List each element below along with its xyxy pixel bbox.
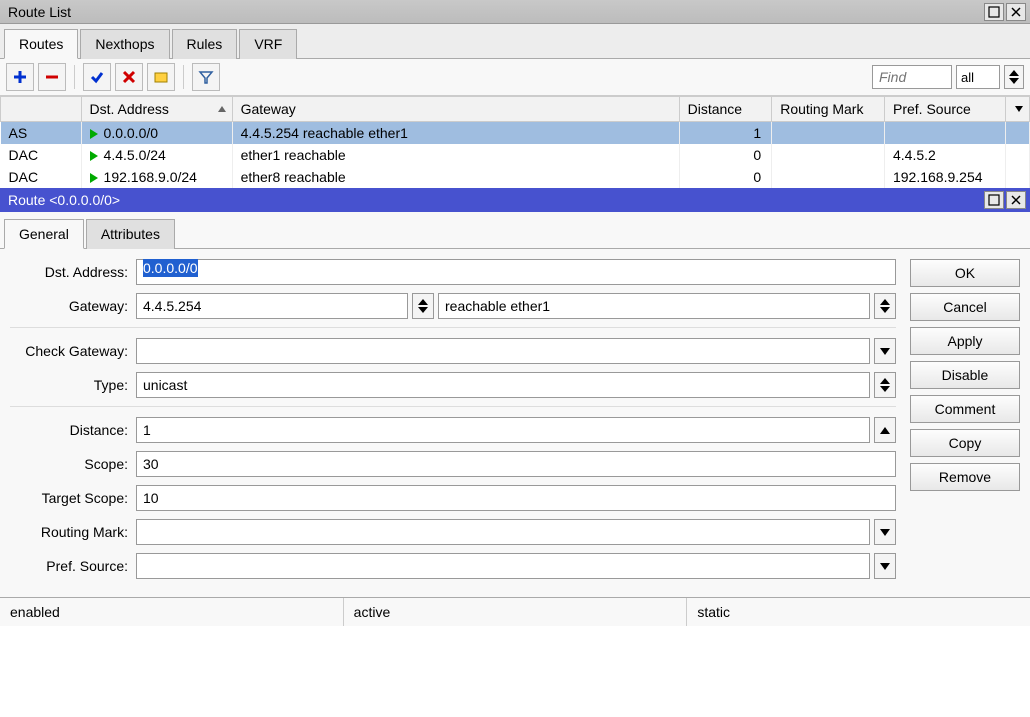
- scope-input[interactable]: [136, 451, 896, 477]
- enable-button[interactable]: [83, 63, 111, 91]
- check-gateway-dropdown[interactable]: [874, 338, 896, 364]
- detail-minimize-button[interactable]: [984, 191, 1004, 209]
- row-routing-mark: [772, 166, 885, 188]
- filter-value: all: [961, 70, 974, 85]
- find-input[interactable]: [872, 65, 952, 89]
- pref-source-input[interactable]: [136, 553, 870, 579]
- disable-button[interactable]: [115, 63, 143, 91]
- active-icon: [90, 129, 98, 139]
- row-flags: DAC: [1, 144, 82, 166]
- ok-button[interactable]: OK: [910, 259, 1020, 287]
- type-label: Type:: [10, 377, 136, 393]
- tab-general[interactable]: General: [4, 219, 84, 249]
- copy-button[interactable]: Copy: [910, 429, 1020, 457]
- routelist-titlebar: Route List: [0, 0, 1030, 24]
- filter-select[interactable]: all: [956, 65, 1000, 89]
- status-bar: enabled active static: [0, 597, 1030, 626]
- scope-label: Scope:: [10, 456, 136, 472]
- row-distance: 1: [679, 122, 772, 145]
- comment-button[interactable]: [147, 63, 175, 91]
- row-distance: 0: [679, 166, 772, 188]
- type-input[interactable]: [136, 372, 870, 398]
- comment-action-button[interactable]: Comment: [910, 395, 1020, 423]
- row-gateway: 4.4.5.254 reachable ether1: [232, 122, 679, 145]
- check-gateway-input[interactable]: [136, 338, 870, 364]
- row-gateway: ether1 reachable: [232, 144, 679, 166]
- detail-tabbar: General Attributes: [0, 212, 1030, 249]
- table-row[interactable]: DAC 192.168.9.0/24 ether8 reachable 0 19…: [1, 166, 1030, 188]
- col-gateway[interactable]: Gateway: [232, 97, 679, 122]
- type-dropdown[interactable]: [874, 372, 896, 398]
- col-dst-address[interactable]: Dst. Address: [81, 97, 232, 122]
- row-dst: 4.4.5.0/24: [104, 147, 166, 163]
- row-flags: AS: [1, 122, 82, 145]
- tab-attributes[interactable]: Attributes: [86, 219, 175, 249]
- tab-nexthops[interactable]: Nexthops: [80, 29, 169, 59]
- minimize-button[interactable]: [984, 3, 1004, 21]
- routing-mark-dropdown[interactable]: [874, 519, 896, 545]
- row-routing-mark: [772, 144, 885, 166]
- table-row[interactable]: AS 0.0.0.0/0 4.4.5.254 reachable ether1 …: [1, 122, 1030, 145]
- gateway-add[interactable]: [874, 293, 896, 319]
- route-table: Dst. Address Gateway Distance Routing Ma…: [0, 96, 1030, 188]
- pref-source-dropdown[interactable]: [874, 553, 896, 579]
- row-dst: 192.168.9.0/24: [104, 169, 197, 185]
- pref-source-label: Pref. Source:: [10, 558, 136, 574]
- disable-action-button[interactable]: Disable: [910, 361, 1020, 389]
- detail-actions: OK Cancel Apply Disable Comment Copy Rem…: [910, 259, 1020, 587]
- routelist-tabbar: Routes Nexthops Rules VRF: [0, 24, 1030, 59]
- col-pref-source[interactable]: Pref. Source: [884, 97, 1005, 122]
- cancel-button[interactable]: Cancel: [910, 293, 1020, 321]
- tab-vrf[interactable]: VRF: [239, 29, 297, 59]
- gateway-input[interactable]: [136, 293, 408, 319]
- apply-button[interactable]: Apply: [910, 327, 1020, 355]
- tab-rules[interactable]: Rules: [172, 29, 238, 59]
- active-icon: [90, 173, 98, 183]
- target-scope-label: Target Scope:: [10, 490, 136, 506]
- col-distance[interactable]: Distance: [679, 97, 772, 122]
- routing-mark-label: Routing Mark:: [10, 524, 136, 540]
- tab-routes[interactable]: Routes: [4, 29, 78, 59]
- remove-action-button[interactable]: Remove: [910, 463, 1020, 491]
- add-button[interactable]: [6, 63, 34, 91]
- gateway-spinner[interactable]: [412, 293, 434, 319]
- row-dst: 0.0.0.0/0: [104, 125, 159, 141]
- filter-config[interactable]: [1004, 65, 1024, 89]
- gateway-status: reachable ether1: [438, 293, 870, 319]
- check-gateway-label: Check Gateway:: [10, 343, 136, 359]
- row-pref-source: 4.4.5.2: [884, 144, 1005, 166]
- detail-close-button[interactable]: [1006, 191, 1026, 209]
- target-scope-input[interactable]: [136, 485, 896, 511]
- close-button[interactable]: [1006, 3, 1026, 21]
- detail-titlebar: Route <0.0.0.0/0>: [0, 188, 1030, 212]
- status-enabled: enabled: [0, 598, 344, 626]
- routing-mark-input[interactable]: [136, 519, 870, 545]
- table-row[interactable]: DAC 4.4.5.0/24 ether1 reachable 0 4.4.5.…: [1, 144, 1030, 166]
- status-static: static: [687, 598, 1030, 626]
- row-gateway: ether8 reachable: [232, 166, 679, 188]
- active-icon: [90, 151, 98, 161]
- dst-address-input[interactable]: 0.0.0.0/0: [136, 259, 896, 285]
- row-flags: DAC: [1, 166, 82, 188]
- status-active: active: [344, 598, 688, 626]
- row-distance: 0: [679, 144, 772, 166]
- distance-label: Distance:: [10, 422, 136, 438]
- row-routing-mark: [772, 122, 885, 145]
- dst-address-label: Dst. Address:: [10, 264, 136, 280]
- col-flags[interactable]: [1, 97, 82, 122]
- detail-title: Route <0.0.0.0/0>: [4, 192, 984, 208]
- routelist-toolbar: all: [0, 59, 1030, 96]
- filter-button[interactable]: [192, 63, 220, 91]
- gateway-label: Gateway:: [10, 298, 136, 314]
- detail-form: Dst. Address: 0.0.0.0/0 Gateway: reachab…: [10, 259, 896, 587]
- col-config[interactable]: [1005, 97, 1029, 122]
- remove-button[interactable]: [38, 63, 66, 91]
- distance-input[interactable]: [136, 417, 870, 443]
- row-pref-source: 192.168.9.254: [884, 166, 1005, 188]
- row-pref-source: [884, 122, 1005, 145]
- col-routing-mark[interactable]: Routing Mark: [772, 97, 885, 122]
- distance-collapse[interactable]: [874, 417, 896, 443]
- routelist-title: Route List: [4, 4, 984, 20]
